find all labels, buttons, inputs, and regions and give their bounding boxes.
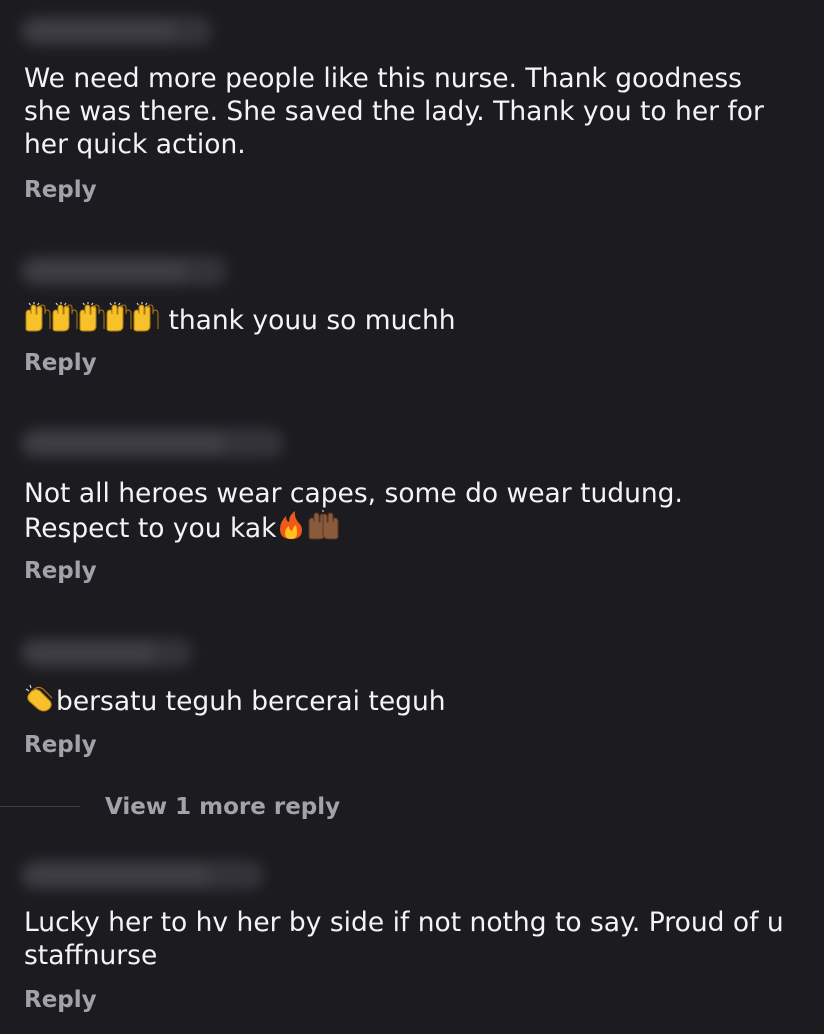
thread-connector-line [0,806,80,807]
username-redacted [22,430,282,456]
username-redacted [22,18,212,44]
comment-text: Not all heroes wear capes, some do wear … [24,477,794,548]
clapping-hands-icon [25,684,53,712]
username-redacted [22,862,262,888]
reply-button[interactable]: Reply [24,557,97,585]
view-more-replies-button[interactable]: View 1 more reply [105,793,340,821]
comment-text: Lucky her to hv her by side if not nothg… [24,907,793,971]
emoji-suffix [276,510,340,548]
raising-hands-dark-icon [308,510,339,540]
reply-button[interactable]: Reply [24,176,97,204]
comment-text: bersatu teguh bercerai teguh [24,683,794,721]
raising-hands-icon [25,301,159,332]
reply-button[interactable]: Reply [24,349,97,377]
comment-text: thank youu so muchh [24,301,794,340]
reply-button[interactable]: Reply [24,731,97,759]
fire-icon [280,510,339,540]
username-redacted [22,258,227,284]
comment-text: We need more people like this nurse. Tha… [24,63,773,160]
comment-text-body: bersatu teguh bercerai teguh [56,686,446,717]
emoji-prefix [24,683,56,721]
reply-button[interactable]: Reply [24,986,97,1014]
emoji-prefix [24,301,160,340]
username-redacted [22,640,192,666]
comment-text-body: thank youu so muchh [168,305,456,336]
comment-text-body: Not all heroes wear capes, some do wear … [24,478,692,544]
